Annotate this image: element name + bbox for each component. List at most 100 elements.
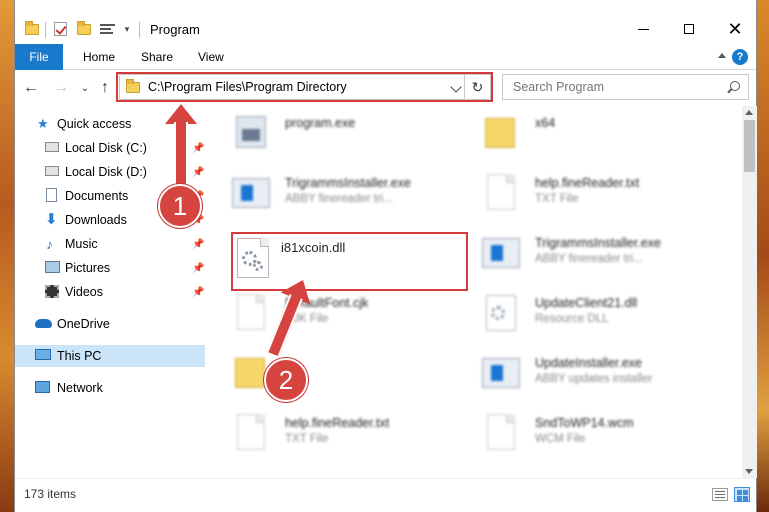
customize-toolbar-icon[interactable]: ▾ [121,20,133,38]
sidebar-item-network[interactable]: Network [15,377,205,399]
window-title: Program [150,22,200,37]
explorer-window: ▾ Program ✕ File Home Share View ? ← → ⌄… [14,0,757,512]
pictures-icon [45,261,60,273]
file-item[interactable]: help.fineReader.txt TXT File [231,406,481,458]
close-button[interactable]: ✕ [712,14,758,44]
file-name: help.fineReader.txt [535,176,640,190]
details-view-icon[interactable] [712,488,728,501]
forward-button[interactable]: → [51,77,71,99]
sidebar-item-label: Documents [65,189,129,203]
large-icons-view-icon[interactable] [734,487,750,502]
file-item[interactable]: UpdateClient21.dll Resource DLL [481,286,731,338]
file-item[interactable]: SndToWP14.wcm WCM File [481,406,731,458]
maximize-button[interactable] [666,14,712,44]
file-item[interactable]: TrigrammsInstaller.exe ABBY finereader t… [231,166,481,218]
file-item[interactable]: TrigrammsInstaller.exe ABBY finereader t… [481,226,731,278]
sidebar-item-this-pc[interactable]: This PC [15,345,205,367]
properties-check-icon[interactable] [51,20,69,38]
doc-icon [481,172,521,214]
expand-ribbon-icon[interactable] [718,53,726,58]
help-button[interactable]: ? [732,49,748,65]
download-icon: ⬇ [45,211,58,228]
drive-icon [45,166,59,176]
callout-arrow-shaft [174,122,188,184]
file-item[interactable]: program.exe [231,106,481,158]
drive-icon [45,142,59,152]
status-bar: 173 items [15,478,756,512]
tab-share[interactable]: Share [127,44,187,70]
address-highlight-box [116,72,493,102]
file-item[interactable]: UpdateInstaller.exe ABBY updates install… [481,346,731,398]
scrollbar-thumb[interactable] [744,120,755,172]
search-input[interactable] [513,80,713,94]
exe-icon [231,112,271,154]
pin-icon[interactable]: 📌 [192,167,204,178]
doc-icon [231,412,271,454]
file-type: TXT File [535,193,579,205]
sidebar-item-onedrive[interactable]: OneDrive [15,313,205,335]
sidebar-item-label: Music [65,237,98,251]
sidebar-item-label: Videos [65,285,103,299]
callout-badge-2: 2 [264,358,308,402]
sidebar-item-label: Network [57,381,103,395]
network-icon [35,381,50,393]
navigation-bar: ← → ⌄ ↑ C:\Program Files\Program Directo… [15,70,756,106]
pin-icon[interactable]: 📌 [192,287,204,298]
file-name: program.exe [285,116,356,130]
sidebar-item-pictures[interactable]: Pictures 📌 [15,257,205,279]
minimize-button[interactable] [620,14,666,44]
installer-icon [481,232,521,274]
computer-icon [35,349,51,360]
file-name: x64 [535,116,556,130]
new-folder-icon[interactable] [75,20,93,38]
vertical-scrollbar[interactable] [742,106,757,478]
folder-icon [481,112,521,154]
pin-icon[interactable]: 📌 [192,239,204,250]
sidebar-item-label: Quick access [57,117,132,131]
file-name: TrigrammsInstaller.exe [285,176,411,190]
close-icon: ✕ [727,19,743,39]
dll-highlight-box [231,232,468,291]
file-item[interactable]: x64 [481,106,731,158]
music-icon: ♪ [46,236,53,252]
file-type: ABBY updates installer [535,373,653,385]
callout-badge-1: 1 [158,184,202,228]
pin-icon[interactable]: 📌 [192,143,204,154]
documents-icon [46,188,57,202]
ribbon-tabs: File Home Share View ? [15,44,756,96]
sidebar-item-music[interactable]: ♪ Music 📌 [15,233,205,255]
tab-home[interactable]: Home [69,44,129,70]
file-name: help.fineReader.txt [285,416,390,430]
sidebar-item-label: OneDrive [57,317,110,331]
file-name: UpdateInstaller.exe [535,356,643,370]
tab-view[interactable]: View [184,44,238,70]
title-bar: ▾ Program ✕ [15,0,756,44]
forward-arrow-icon: → [53,79,69,96]
file-name: TrigrammsInstaller.exe [535,236,661,250]
recent-locations-button[interactable]: ⌄ [75,77,95,99]
search-box[interactable] [502,74,749,100]
scroll-down-icon[interactable] [745,469,753,474]
chevron-down-icon: ⌄ [80,82,90,94]
installer-icon [481,352,521,394]
back-arrow-icon: ← [23,79,39,96]
maximize-icon [684,24,694,34]
sidebar-item-label: This PC [57,349,102,363]
up-button[interactable]: ↑ [95,77,115,99]
scroll-up-icon[interactable] [745,110,753,115]
file-name: UpdateClient21.dll [535,296,638,310]
toolbar-separator [139,22,140,38]
minimize-icon [637,28,649,30]
toolbar-separator [45,22,46,38]
back-button[interactable]: ← [21,77,41,99]
doc-icon [481,412,521,454]
pin-icon[interactable]: 📌 [192,263,204,274]
properties-icon[interactable] [97,20,117,38]
callout-arrow-shaft [266,294,303,357]
file-item[interactable]: help.fineReader.txt TXT File [481,166,731,218]
callout-arrow-head [165,104,197,124]
file-type: WCM File [535,433,586,445]
sidebar-item-videos[interactable]: Videos 📌 [15,281,205,303]
file-type: ABBY finereader tri... [285,193,393,205]
desktop-background-left [0,0,14,512]
